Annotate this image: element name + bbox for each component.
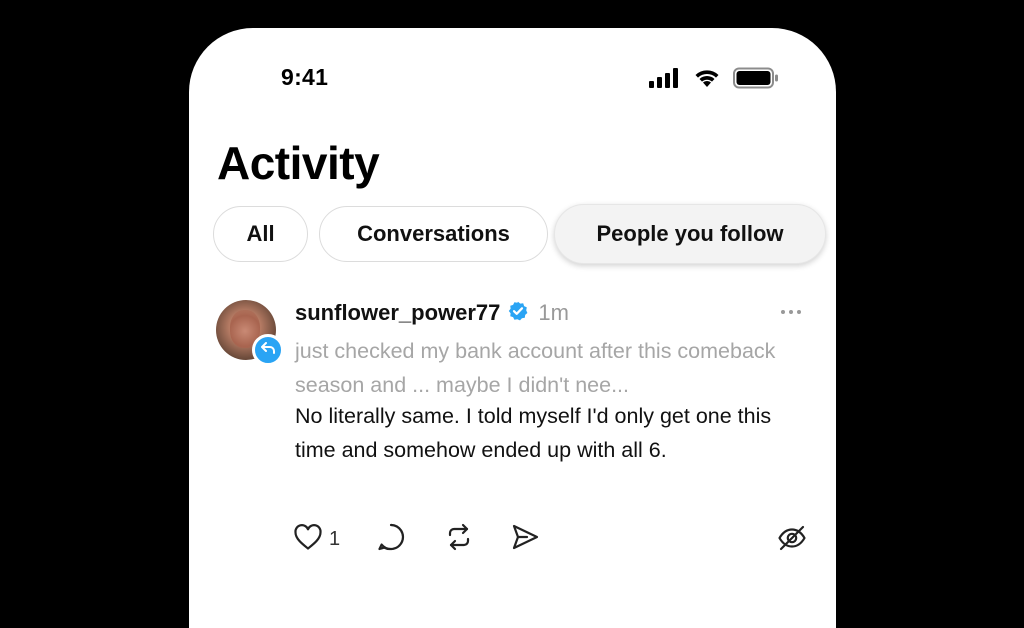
battery-icon [733, 67, 779, 89]
filter-chip-label: People you follow [596, 221, 784, 246]
like-button[interactable]: 1 [293, 523, 340, 556]
filter-chip-all[interactable]: All [213, 206, 308, 262]
reply-text: No literally same. I told myself I'd onl… [295, 404, 772, 462]
quoted-post-text[interactable]: just checked my bank account after this … [295, 334, 820, 402]
phone-frame: 9:41 Activity All Conversations People y… [189, 28, 836, 628]
reply-icon [261, 341, 275, 359]
post-header: sunflower_power77 1m [295, 300, 569, 326]
username[interactable]: sunflower_power77 [295, 300, 500, 326]
heart-icon [293, 523, 323, 556]
comment-button[interactable] [376, 522, 406, 557]
post-actions: 1 [293, 522, 540, 557]
more-options-icon[interactable] [781, 310, 801, 314]
like-count: 1 [329, 528, 341, 550]
hide-button[interactable] [777, 524, 807, 557]
filter-chip-conversations[interactable]: Conversations [319, 206, 548, 262]
repost-button[interactable] [444, 522, 474, 557]
post-timestamp: 1m [538, 300, 569, 325]
share-button[interactable] [510, 522, 540, 557]
filter-chip-people-you-follow[interactable]: People you follow [554, 204, 826, 264]
eye-slash-icon [777, 525, 807, 556]
repost-icon [444, 522, 474, 557]
page-title: Activity [217, 137, 380, 189]
filter-chip-label: Conversations [357, 221, 510, 246]
send-icon [510, 522, 540, 557]
status-time: 9:41 [281, 64, 329, 90]
filter-chip-label: All [246, 221, 275, 246]
reply-badge [252, 334, 284, 366]
verified-badge-icon [508, 301, 528, 326]
cellular-signal-icon [649, 68, 681, 88]
comment-icon [376, 522, 406, 557]
wifi-icon [693, 68, 721, 88]
status-icons [649, 66, 779, 90]
